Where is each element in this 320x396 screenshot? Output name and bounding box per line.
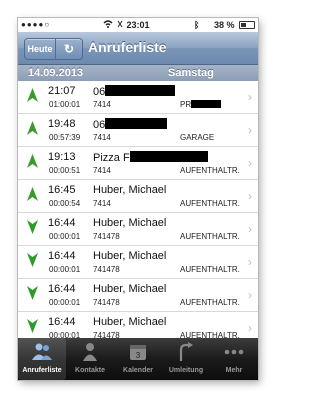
call-duration: 00:57:39 — [49, 133, 81, 142]
refresh-icon: ↻ — [63, 42, 75, 56]
chevron-right-icon: › — [248, 255, 252, 269]
page-title: Anruferliste — [88, 39, 167, 55]
incoming-call-icon — [27, 319, 38, 333]
incoming-call-icon — [27, 286, 38, 300]
chevron-right-icon: › — [248, 123, 252, 137]
chevron-right-icon: › — [248, 288, 252, 302]
svg-text:3: 3 — [136, 351, 141, 360]
tab-label: Kontakte — [75, 367, 105, 374]
call-duration: 01:00:01 — [49, 100, 81, 109]
call-time: 16:45 — [48, 184, 76, 196]
outgoing-call-icon — [27, 88, 38, 102]
caller-name: Pizza F — [93, 151, 208, 164]
caller-number: 741478 — [93, 265, 120, 274]
call-row[interactable]: 16:44 00:00:01 Huber, Michael 741478 AUFENTH… — [18, 213, 258, 246]
section-date: 14.09.2013 — [28, 67, 84, 79]
caller-name: 06 — [93, 85, 176, 98]
call-row[interactable]: 16:44 00:00:01 Huber, Michael 741478 AUFENTH… — [18, 279, 258, 312]
call-row[interactable]: 19:13 00:00:51 Pizza F 7414 AUFENTHALTR. › — [18, 147, 258, 180]
call-time: 16:44 — [48, 316, 76, 328]
section-weekday: Samstag — [168, 67, 214, 79]
caller-number: 7414 — [93, 100, 111, 109]
caller-number: 7414 — [93, 133, 111, 142]
call-time: 19:13 — [48, 151, 76, 163]
battery-status: 38 % — [214, 20, 255, 30]
forward-icon — [162, 342, 210, 364]
caller-name: Huber, Michael — [93, 316, 167, 328]
outgoing-call-icon — [27, 187, 38, 201]
chevron-right-icon: › — [248, 321, 252, 335]
call-list: 21:07 01:00:01 06 7414 PR › 19:48 00:57:39 06 741… — [18, 81, 258, 345]
tab-kalender[interactable]: 3 Kalender — [114, 338, 162, 380]
call-row[interactable]: 21:07 01:00:01 06 7414 PR › — [18, 81, 258, 114]
bluetooth-icon: ᛒ — [194, 20, 200, 30]
outgoing-call-icon — [27, 121, 38, 135]
call-location: AUFENTHALTR. — [180, 166, 240, 175]
tab-bar: Anruferliste Kontakte 3 Kalender Umleitung Me… — [18, 338, 258, 380]
call-row[interactable]: 19:48 00:57:39 06 7414 GARAGE › — [18, 114, 258, 147]
chevron-right-icon: › — [248, 189, 252, 203]
chevron-right-icon: › — [248, 90, 252, 104]
redaction-bar — [105, 85, 176, 96]
today-button[interactable]: Heute — [24, 38, 56, 60]
call-time: 16:44 — [48, 283, 76, 295]
caller-number: 7414 — [93, 199, 111, 208]
call-time: 16:44 — [48, 250, 76, 262]
call-duration: 00:00:51 — [49, 166, 81, 175]
people-icon — [18, 342, 66, 364]
call-duration: 00:00:01 — [49, 232, 81, 241]
tab-kontakte[interactable]: Kontakte — [66, 338, 114, 380]
outgoing-call-icon — [27, 154, 38, 168]
tab-umleitung[interactable]: Umleitung — [162, 338, 210, 380]
call-duration: 00:00:01 — [49, 265, 81, 274]
call-location: PR — [180, 100, 222, 109]
caller-number: 741478 — [93, 232, 120, 241]
caller-number: 741478 — [93, 298, 120, 307]
more-icon — [210, 342, 258, 364]
call-duration: 00:00:01 — [49, 298, 81, 307]
tab-label: Umleitung — [168, 367, 204, 374]
call-row[interactable]: 16:45 00:00:54 Huber, Michael 7414 AUFENTHAL… — [18, 180, 258, 213]
refresh-button[interactable]: ↻ — [55, 38, 83, 60]
redaction-bar — [129, 151, 208, 162]
call-time: 16:44 — [48, 217, 76, 229]
call-location: AUFENTHALTR. — [180, 199, 240, 208]
caller-name: Huber, Michael — [93, 184, 167, 196]
call-time: 19:48 — [48, 118, 76, 130]
caller-name: Huber, Michael — [93, 217, 167, 229]
tab-label: Kalender — [123, 367, 153, 374]
call-location: AUFENTHALTR. — [180, 232, 240, 241]
call-location: AUFENTHALTR. — [180, 298, 240, 307]
call-row[interactable]: 16:44 00:00:01 Huber, Michael 741478 AUFENTH… — [18, 246, 258, 279]
tab-label: Mehr — [225, 367, 243, 374]
date-section-header: 14.09.2013 Samstag — [18, 65, 258, 81]
tab-anruferliste[interactable]: Anruferliste — [18, 338, 66, 380]
call-location: GARAGE — [180, 133, 215, 142]
navigation-bar: Heute ↻ Anruferliste — [18, 32, 258, 65]
call-duration: 00:00:54 — [49, 199, 81, 208]
caller-name: Huber, Michael — [93, 250, 167, 262]
call-location: AUFENTHALTR. — [180, 265, 240, 274]
battery-percent: 38 % — [213, 20, 235, 30]
caller-number: 7414 — [93, 166, 111, 175]
chevron-right-icon: › — [248, 222, 252, 236]
redaction-bar — [191, 100, 222, 108]
person-icon — [66, 342, 114, 364]
incoming-call-icon — [27, 253, 38, 267]
tab-label: Anruferliste — [22, 367, 62, 374]
call-time: 21:07 — [48, 85, 76, 97]
caller-name: 06 — [93, 118, 168, 131]
caller-name: Huber, Michael — [93, 283, 167, 295]
redaction-bar — [105, 118, 168, 129]
battery-icon — [239, 21, 255, 29]
incoming-call-icon — [27, 220, 38, 234]
calendar-icon: 3 — [114, 342, 162, 364]
phone-screen: ●●●●○ 23:01 ᛒ 38 % Heute ↻ Anruferliste … — [18, 18, 258, 380]
chevron-right-icon: › — [248, 156, 252, 170]
tab-mehr[interactable]: Mehr — [210, 338, 258, 380]
status-bar: ●●●●○ 23:01 ᛒ 38 % — [18, 18, 258, 32]
